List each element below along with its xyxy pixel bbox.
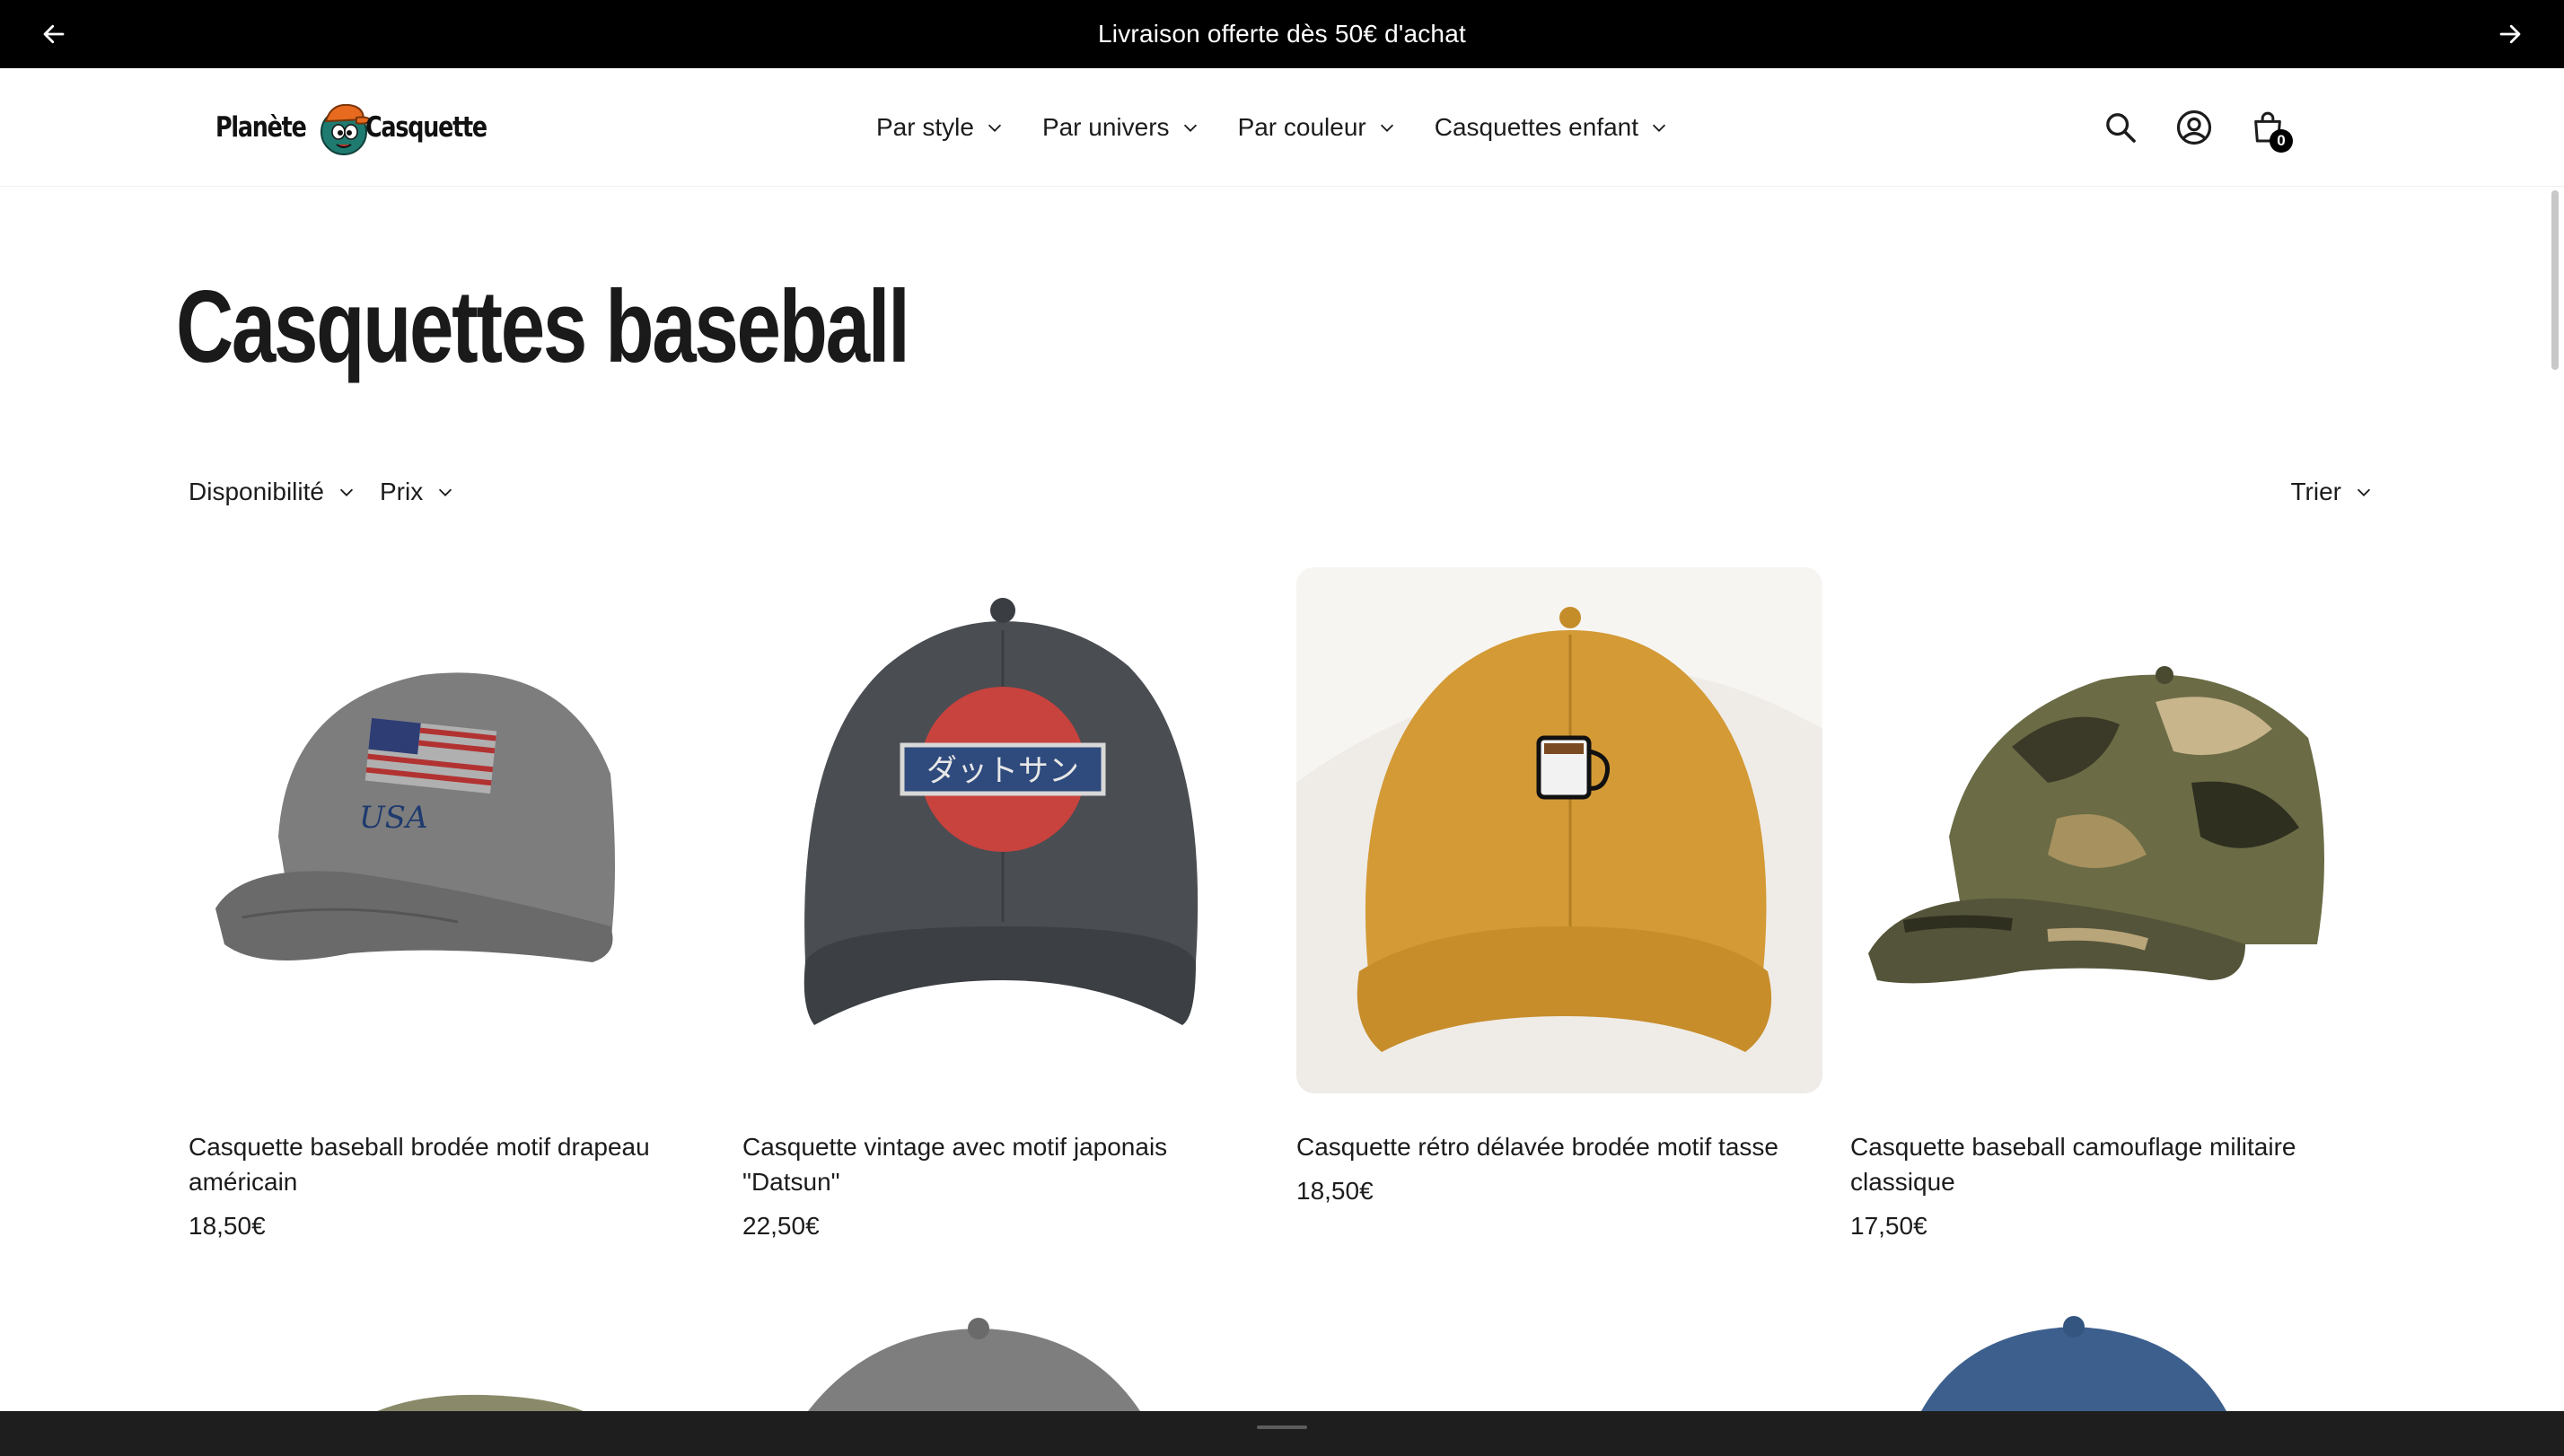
arrow-right-icon xyxy=(2499,24,2521,44)
product-title[interactable]: Casquette baseball brodée motif drapeau … xyxy=(189,1129,715,1199)
product-card[interactable]: USA Casquette baseball brodée motif drap… xyxy=(189,567,715,1241)
product-card[interactable]: ダットサン Casquette vintage avec motif japon… xyxy=(742,567,1269,1241)
main-navigation: Par style Par univers Par couleur Casque… xyxy=(876,108,1669,147)
announcement-text: Livraison offerte dès 50€ d'achat xyxy=(1098,20,1466,48)
nav-label: Par style xyxy=(876,113,974,141)
site-header: Planète Casquette Par style Par univers … xyxy=(0,68,2564,187)
cart-button[interactable]: 0 xyxy=(2248,108,2293,153)
product-title[interactable]: Casquette vintage avec motif japonais "D… xyxy=(742,1129,1269,1199)
nav-label: Casquettes enfant xyxy=(1434,113,1639,141)
mustard-coffee-mug-cap-image xyxy=(1296,567,1822,1093)
sort-label: Trier xyxy=(2290,478,2341,505)
chevron-down-icon xyxy=(2357,488,2371,496)
product-image[interactable]: ダットサン xyxy=(742,567,1269,1093)
product-image[interactable] xyxy=(1296,567,1822,1093)
product-image[interactable] xyxy=(1850,567,2376,1093)
nav-label: Par univers xyxy=(1041,113,1170,141)
user-icon xyxy=(2176,110,2212,145)
product-title[interactable]: Casquette rétro délavée brodée motif tas… xyxy=(1296,1129,1822,1164)
filter-label: Prix xyxy=(379,478,424,505)
dark-datsun-cap-image: ダットサン xyxy=(803,598,1199,1025)
cart-count-badge: 0 xyxy=(2270,129,2293,153)
scrollbar-thumb[interactable] xyxy=(2551,190,2559,370)
logo-word-1: Planète xyxy=(215,111,307,144)
logo-word-2: Casquette xyxy=(364,111,487,144)
arrow-left-icon xyxy=(43,24,65,44)
product-card[interactable]: Casquette baseball camouflage militaire … xyxy=(1850,567,2376,1241)
camouflage-cap-image xyxy=(1868,666,2324,984)
header-icons: 0 xyxy=(2101,108,2293,153)
product-price: 22,50€ xyxy=(742,1212,820,1240)
drawer-handle[interactable] xyxy=(1257,1425,1307,1429)
bottom-drawer-bar[interactable] xyxy=(0,1411,2564,1456)
partial-product-images xyxy=(377,1316,2226,1411)
nav-par-style[interactable]: Par style xyxy=(876,108,1005,147)
site-logo[interactable]: Planète Casquette xyxy=(215,95,513,160)
filter-availability[interactable]: Disponibilité xyxy=(189,472,356,512)
svg-text:ダットサン: ダットサン xyxy=(926,753,1079,789)
nav-casquettes-enfant[interactable]: Casquettes enfant xyxy=(1435,108,1669,147)
chevron-down-icon xyxy=(1183,124,1197,132)
chevron-down-icon xyxy=(1380,124,1393,132)
filter-price[interactable]: Prix xyxy=(380,472,455,512)
nav-par-couleur[interactable]: Par couleur xyxy=(1238,108,1397,147)
chevron-down-icon xyxy=(988,124,1002,132)
product-price: 17,50€ xyxy=(1850,1212,1927,1240)
nav-par-univers[interactable]: Par univers xyxy=(1042,108,1200,147)
filter-label: Disponibilité xyxy=(189,478,324,505)
page-title: Casquettes baseball xyxy=(176,270,910,384)
product-grid-row-2 xyxy=(189,1303,2374,1411)
product-price: 18,50€ xyxy=(189,1212,266,1240)
product-image[interactable]: USA xyxy=(189,567,715,1093)
announcement-bar: Livraison offerte dès 50€ d'achat xyxy=(0,0,2564,68)
product-card[interactable]: Casquette rétro délavée brodée motif tas… xyxy=(1296,567,1822,1241)
grey-usa-flag-cap-image: USA xyxy=(215,672,615,962)
chevron-down-icon xyxy=(1652,124,1666,132)
account-button[interactable] xyxy=(2174,108,2214,147)
product-grid: USA Casquette baseball brodée motif drap… xyxy=(189,567,2376,1241)
chevron-down-icon xyxy=(439,488,452,496)
search-button[interactable] xyxy=(2101,108,2140,147)
product-price: 18,50€ xyxy=(1296,1177,1374,1205)
search-icon xyxy=(2106,113,2136,143)
nav-label: Par couleur xyxy=(1237,113,1366,141)
sort-dropdown[interactable]: Trier xyxy=(2290,472,2374,512)
planet-cap-mascot-icon xyxy=(320,103,372,155)
next-announcement-button[interactable] xyxy=(2492,16,2528,52)
page-scrollbar[interactable] xyxy=(2539,187,2564,1411)
svg-text:USA: USA xyxy=(359,800,428,836)
chevron-down-icon xyxy=(339,488,354,496)
previous-announcement-button[interactable] xyxy=(36,16,72,52)
product-title[interactable]: Casquette baseball camouflage militaire … xyxy=(1850,1129,2376,1199)
filter-bar: Disponibilité Prix xyxy=(189,472,455,512)
